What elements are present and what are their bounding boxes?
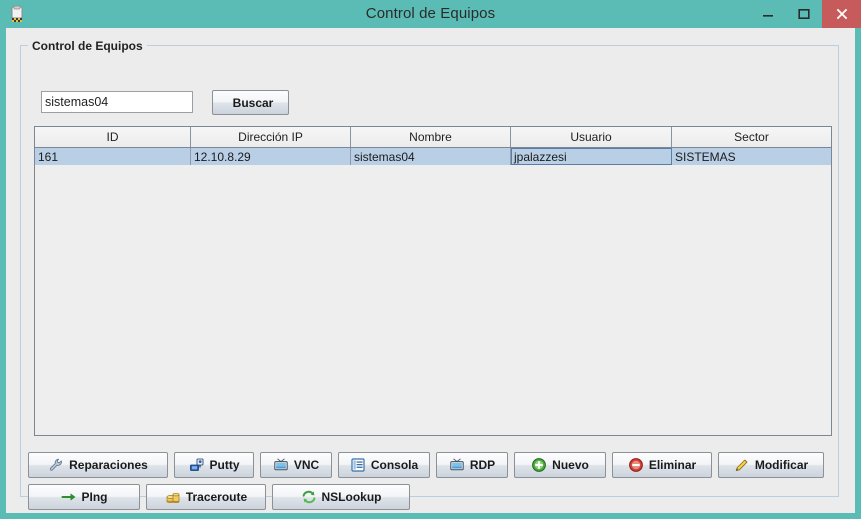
group-title: Control de Equipos	[28, 39, 147, 53]
plus-circle-icon	[531, 457, 547, 473]
wrench-icon	[48, 457, 64, 473]
console-list-icon	[350, 457, 366, 473]
button-label: Putty	[209, 458, 240, 472]
table-cell[interactable]: SISTEMAS	[672, 148, 831, 165]
table-body: 161 12.10.8.29 sistemas04 jpalazzesi SISTEMA…	[35, 148, 831, 165]
button-label: NSLookup	[321, 490, 382, 504]
minimize-icon	[750, 0, 786, 28]
consola-button[interactable]: Consola	[338, 452, 430, 478]
modificar-button[interactable]: Modificar	[718, 452, 824, 478]
table-header-direcci-n-ip[interactable]: Dirección IP	[191, 127, 351, 147]
maximize-button[interactable]	[786, 0, 822, 28]
minimize-button[interactable]	[750, 0, 786, 28]
arrow-right-icon	[60, 489, 77, 505]
monitor-tv-icon	[273, 457, 289, 473]
button-label: Consola	[370, 458, 419, 472]
window-title: Control de Equipos	[365, 5, 496, 22]
button-label: Eliminar	[648, 458, 697, 472]
table-cell[interactable]: sistemas04	[351, 148, 511, 165]
computer-icon	[189, 457, 205, 473]
coins-icon	[165, 489, 181, 505]
putty-button[interactable]: Putty	[174, 452, 254, 478]
ping-button[interactable]: PIng	[28, 484, 140, 510]
button-label: PIng	[81, 490, 108, 504]
nuevo-button[interactable]: Nuevo	[514, 452, 606, 478]
equipos-table[interactable]: ID Dirección IP Nombre Usuario Sector 161 12.…	[34, 126, 832, 436]
nslookup-button[interactable]: NSLookup	[272, 484, 410, 510]
close-icon	[822, 0, 861, 28]
table-header-id[interactable]: ID	[35, 127, 191, 147]
button-label: VNC	[293, 458, 320, 472]
vnc-button[interactable]: VNC	[260, 452, 332, 478]
button-label: RDP	[469, 458, 496, 472]
monitor-tv-icon	[449, 457, 465, 473]
reparaciones-button[interactable]: Reparaciones	[28, 452, 168, 478]
window-content: Control de Equipos Buscar IDDirección IP…	[6, 28, 855, 513]
table-header-usuario[interactable]: Usuario	[511, 127, 672, 147]
table-row[interactable]: 161 12.10.8.29 sistemas04 jpalazzesi SISTEMA…	[35, 148, 831, 165]
table-header-nombre[interactable]: Nombre	[351, 127, 511, 147]
button-label: Traceroute	[185, 490, 248, 504]
table-cell[interactable]: 161	[35, 148, 191, 165]
pencil-icon	[734, 457, 750, 473]
minus-circle-icon	[628, 457, 644, 473]
refresh-icon	[301, 489, 317, 505]
eliminar-button[interactable]: Eliminar	[612, 452, 712, 478]
table-cell[interactable]: jpalazzesi	[511, 148, 672, 165]
search-input[interactable]	[41, 91, 193, 113]
buscar-button-label: Buscar	[232, 95, 274, 110]
rdp-button[interactable]: RDP	[436, 452, 508, 478]
button-label: Nuevo	[552, 458, 589, 472]
buscar-button[interactable]: Buscar	[212, 90, 289, 115]
title-bar: Control de Equipos	[0, 0, 861, 28]
maximize-icon	[786, 0, 822, 28]
application-window: Control de Equipos Control de Equipos si…	[0, 0, 861, 519]
close-button[interactable]	[822, 0, 861, 28]
table-header-row: ID Dirección IP Nombre Usuario Sector	[35, 127, 831, 148]
table-cell[interactable]: 12.10.8.29	[191, 148, 351, 165]
button-label: Reparaciones	[69, 458, 148, 472]
traceroute-button[interactable]: Traceroute	[146, 484, 266, 510]
table-header-sector[interactable]: Sector	[672, 127, 831, 147]
button-label: Modificar	[754, 458, 809, 472]
